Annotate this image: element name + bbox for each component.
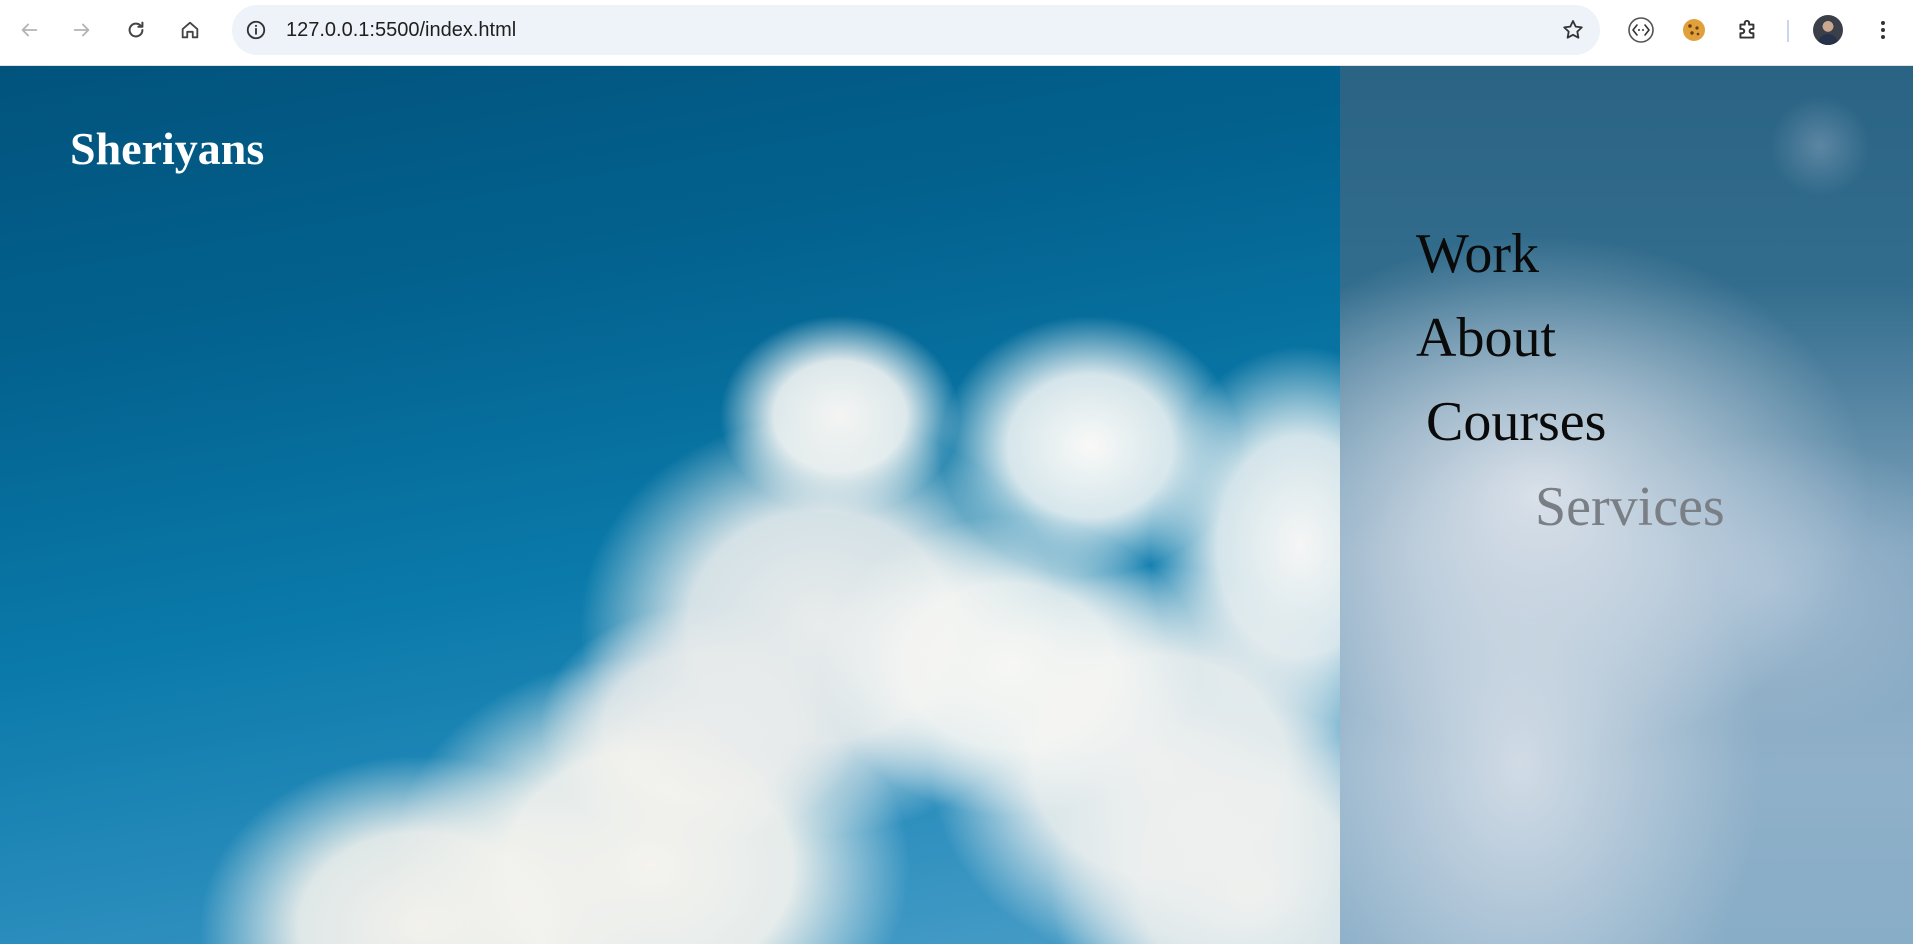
forward-button[interactable] bbox=[64, 12, 100, 48]
browser-toolbar: 127.0.0.1:5500/index.html bbox=[0, 0, 1913, 66]
info-icon bbox=[246, 20, 266, 40]
arrow-right-icon bbox=[73, 23, 90, 37]
menu-item-services[interactable]: Services bbox=[1535, 479, 1725, 535]
extension-devtools[interactable] bbox=[1623, 12, 1659, 48]
back-button[interactable] bbox=[11, 12, 47, 48]
star-icon bbox=[1563, 20, 1583, 39]
site-info-button[interactable] bbox=[244, 18, 268, 42]
hero-section: Sheriyans Work About Courses Services bbox=[0, 66, 1913, 944]
extensions-button[interactable] bbox=[1730, 12, 1766, 48]
address-bar[interactable]: 127.0.0.1:5500/index.html bbox=[232, 5, 1600, 55]
extension-cookie[interactable] bbox=[1676, 12, 1712, 48]
reload-button[interactable] bbox=[118, 12, 154, 48]
nav-menu-panel: Work About Courses Services bbox=[1340, 66, 1913, 944]
toolbar-divider bbox=[1787, 20, 1789, 42]
url-text[interactable]: 127.0.0.1:5500/index.html bbox=[286, 5, 516, 55]
kebab-menu-icon bbox=[1881, 21, 1885, 39]
home-button[interactable] bbox=[172, 12, 208, 48]
menu-item-about[interactable]: About bbox=[1416, 310, 1556, 366]
home-icon bbox=[181, 21, 199, 39]
browser-menu-button[interactable] bbox=[1865, 12, 1901, 48]
devtools-extension-icon bbox=[1628, 17, 1654, 43]
bookmark-button[interactable] bbox=[1560, 17, 1586, 43]
puzzle-icon bbox=[1739, 19, 1755, 39]
profile-avatar[interactable] bbox=[1813, 15, 1843, 45]
brand-logo-text[interactable]: Sheriyans bbox=[70, 122, 264, 175]
cookie-extension-icon bbox=[1683, 19, 1705, 41]
reload-icon bbox=[128, 21, 144, 38]
arrow-left-icon bbox=[21, 23, 38, 37]
menu-item-work[interactable]: Work bbox=[1416, 226, 1539, 282]
menu-item-courses[interactable]: Courses bbox=[1426, 394, 1606, 450]
